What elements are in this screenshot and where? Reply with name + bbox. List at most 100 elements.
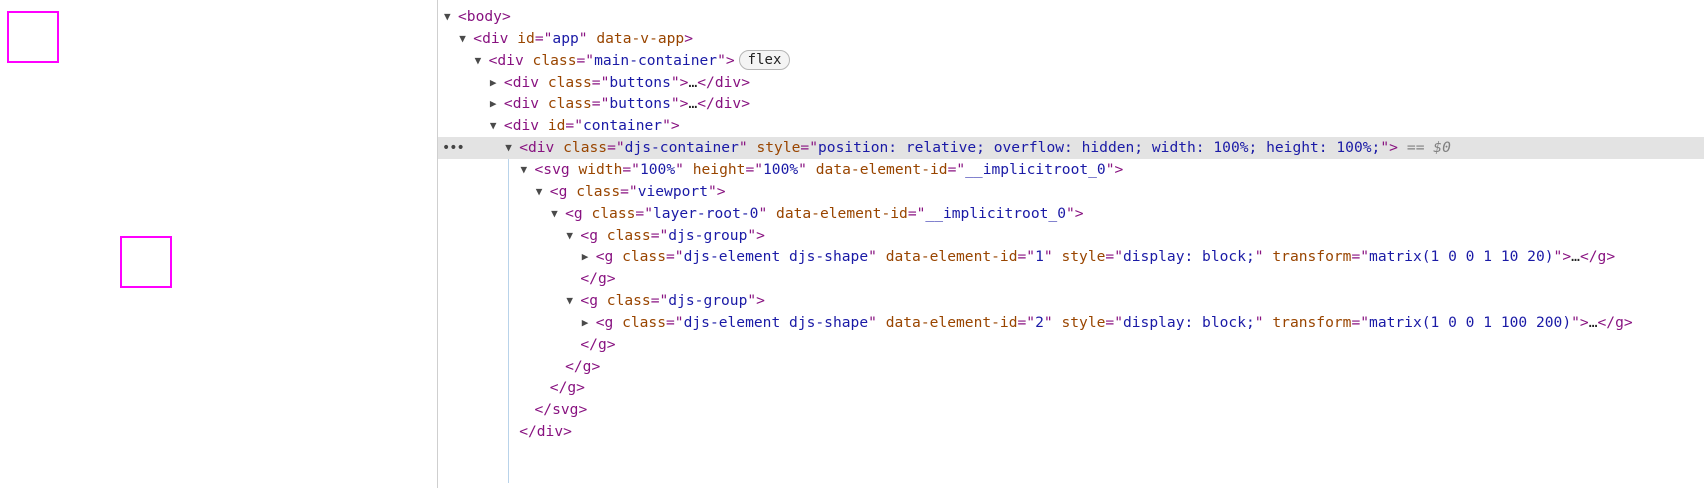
dom-node-row[interactable]: </g> <box>438 334 1704 356</box>
attribute-value: display: block; <box>1122 248 1255 266</box>
markup-punctuation: =" <box>1351 248 1370 266</box>
tag-name: g <box>597 335 607 353</box>
markup-space <box>807 161 816 178</box>
expanded-triangle-icon[interactable]: ▼ <box>444 6 458 28</box>
dom-node-row-selected[interactable]: ••• ▼ <div class="djs-container" style="po… <box>438 137 1704 159</box>
diagram-canvas[interactable] <box>0 0 437 488</box>
expanded-triangle-icon[interactable]: ▼ <box>521 159 535 181</box>
dom-node-row[interactable]: </svg> <box>438 399 1704 421</box>
markup-punctuation: =" <box>635 204 653 222</box>
dom-node-row[interactable]: ▼ <svg width="100%" height="100%" data-el… <box>438 159 1704 181</box>
attribute-name: id <box>517 29 535 47</box>
dom-node-row[interactable]: </g> <box>438 356 1704 378</box>
markup-punctuation: > <box>576 379 585 397</box>
attribute-name: class <box>547 95 592 113</box>
dom-node-row[interactable]: ▼ <div class="main-container"> flex <box>438 49 1704 72</box>
dom-node-row[interactable]: ▶ <g class="djs-element djs-shape" data-e… <box>438 312 1704 334</box>
attribute-value: __implicitroot_0 <box>965 160 1106 178</box>
markup-punctuation: < <box>534 160 544 178</box>
expanded-triangle-icon[interactable]: ▼ <box>551 203 565 225</box>
markup-punctuation: > <box>501 8 511 25</box>
dom-node-row[interactable]: </div> <box>438 421 1704 443</box>
dom-node-row[interactable]: ▶ <g class="djs-element djs-shape" data-e… <box>438 246 1704 268</box>
markup-punctuation: > <box>1074 204 1084 222</box>
dom-node-markup: </g> <box>551 356 600 378</box>
markup-punctuation: > <box>1579 313 1589 331</box>
expanded-triangle-icon[interactable]: ▼ <box>490 115 504 137</box>
dom-node-row[interactable]: ▼ <g class="viewport"> <box>438 181 1704 203</box>
markup-punctuation: " <box>1254 313 1264 331</box>
markup-punctuation: " <box>670 73 680 91</box>
expanded-triangle-icon[interactable]: ▼ <box>536 181 550 203</box>
dom-node-row[interactable]: ▶ <div class="buttons">…</div> <box>438 72 1704 94</box>
dom-node-row[interactable]: ▼ <g class="djs-group"> <box>438 225 1704 247</box>
markup-punctuation: =" <box>591 95 610 113</box>
markup-punctuation: > <box>591 357 601 375</box>
dom-node-row[interactable]: ▼ <body> <box>438 6 1704 28</box>
markup-punctuation: </ <box>580 335 598 353</box>
attribute-name: data-element-id <box>776 204 908 222</box>
attribute-name: data-element-id <box>815 160 948 178</box>
markup-space <box>508 30 517 47</box>
markup-punctuation: " <box>708 182 717 200</box>
markup-punctuation: " <box>675 160 684 178</box>
markup-punctuation: < <box>549 182 559 200</box>
markup-punctuation: > <box>725 51 735 69</box>
expanded-triangle-icon[interactable]: ▼ <box>566 290 580 312</box>
expanded-triangle-icon[interactable]: ▼ <box>505 137 519 159</box>
collapsed-triangle-icon[interactable]: ▶ <box>582 246 596 268</box>
expanded-triangle-icon[interactable]: ▼ <box>459 28 473 50</box>
dom-node-row[interactable]: </g> <box>438 268 1704 290</box>
tag-name: div <box>497 51 524 69</box>
tag-name: g <box>573 204 583 222</box>
diagram-shape-1[interactable] <box>7 11 59 63</box>
flex-badge[interactable]: flex <box>738 49 791 70</box>
markup-punctuation: > <box>606 335 616 353</box>
markup-punctuation: " <box>747 292 757 310</box>
attribute-name: style <box>1061 313 1106 331</box>
dom-node-row[interactable]: ▼ <g class="djs-group"> <box>438 290 1704 312</box>
markup-punctuation: > <box>563 423 572 441</box>
dom-node-markup: ▼ <div class="main-container"> flex <box>475 49 791 72</box>
attribute-name: transform <box>1272 313 1352 331</box>
markup-space <box>598 227 607 244</box>
markup-punctuation: </ <box>534 401 553 419</box>
dom-node-row[interactable]: </g> <box>438 377 1704 399</box>
dom-node-row[interactable]: ▶ <div class="buttons">…</div> <box>438 93 1704 115</box>
dom-node-row[interactable]: ▼ <div id="container"> <box>438 115 1704 137</box>
attribute-name: style <box>1061 248 1106 266</box>
attribute-name: class <box>532 51 577 69</box>
diagram-shape-2[interactable] <box>120 236 172 288</box>
markup-punctuation: " <box>578 29 588 47</box>
tag-name: div <box>482 29 509 47</box>
markup-punctuation: " <box>662 117 671 135</box>
expanded-triangle-icon[interactable]: ▼ <box>475 50 489 72</box>
markup-punctuation: " <box>868 248 877 266</box>
dom-node-row[interactable]: ▼ <div id="app" data-v-app> <box>438 28 1704 50</box>
markup-punctuation: > <box>606 270 616 288</box>
markup-punctuation: " <box>1105 160 1115 178</box>
attribute-value: 2 <box>1035 313 1044 331</box>
attribute-value: djs-container <box>624 139 739 157</box>
tag-name: div <box>536 423 564 441</box>
devtools-elements-tree[interactable]: ▼ <body> ▼ <div id="app" data-v-app> ▼ <div c… <box>438 0 1704 488</box>
tag-name: div <box>512 117 540 135</box>
tag-name: div <box>714 73 742 91</box>
expanded-triangle-icon[interactable]: ▼ <box>566 225 580 247</box>
dom-node-row[interactable]: ▼ <g class="layer-root-0" data-element-id… <box>438 203 1704 225</box>
tag-name: g <box>567 379 577 397</box>
tag-name: g <box>597 270 607 288</box>
attribute-value: 100% <box>639 160 676 178</box>
collapsed-triangle-icon[interactable]: ▶ <box>490 72 504 94</box>
node-actions-icon[interactable]: ••• <box>442 137 465 161</box>
attribute-name: data-element-id <box>885 313 1018 331</box>
dom-node-markup: ▶ <g class="djs-element djs-shape" data-e… <box>582 312 1633 334</box>
markup-punctuation: </ <box>1579 248 1598 266</box>
attribute-value: 100% <box>763 160 799 178</box>
collapsed-triangle-icon[interactable]: ▶ <box>582 312 596 334</box>
attribute-name: style <box>756 139 801 157</box>
attribute-value: 1 <box>1035 248 1044 266</box>
collapsed-triangle-icon[interactable]: ▶ <box>490 93 504 115</box>
attribute-name: class <box>622 248 667 266</box>
markup-punctuation: " <box>717 51 726 69</box>
